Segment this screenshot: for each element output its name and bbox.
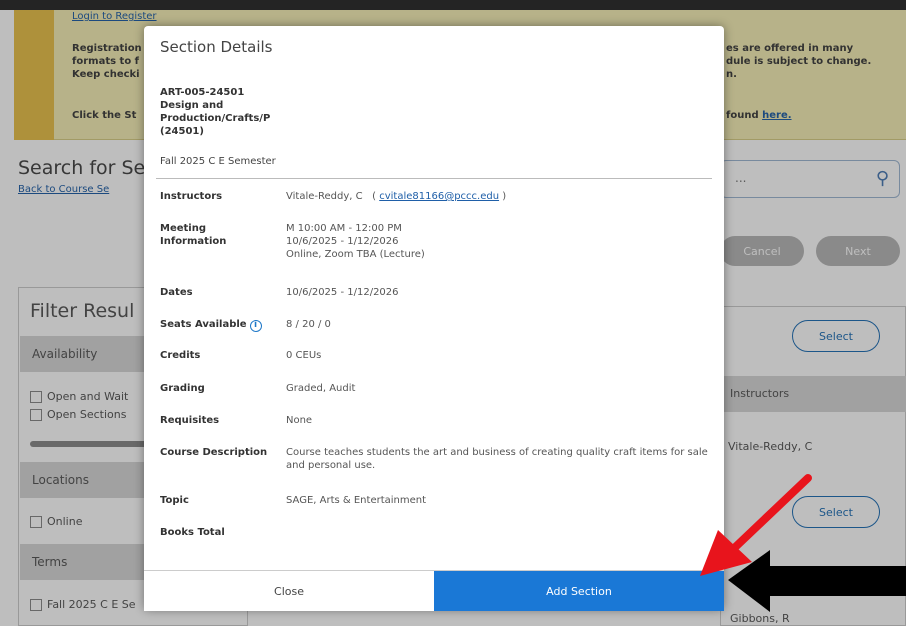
- description-label: Course Description: [160, 447, 268, 458]
- seats-value: 8 / 20 / 0: [286, 319, 331, 330]
- description-value: Course teaches students the art and busi…: [286, 447, 708, 471]
- close-button[interactable]: Close: [144, 571, 434, 611]
- requisites-label: Requisites: [160, 415, 220, 426]
- divider: [156, 178, 712, 179]
- instructors-value: Vitale-Reddy, C ( cvitale81166@pccc.edu …: [286, 191, 507, 202]
- info-icon[interactable]: i: [249, 319, 262, 332]
- course-term: Fall 2025 C E Semester: [160, 156, 276, 167]
- add-section-button[interactable]: Add Section: [434, 571, 724, 611]
- topic-label: Topic: [160, 495, 189, 506]
- dates-label: Dates: [160, 287, 193, 298]
- grading-label: Grading: [160, 383, 205, 394]
- course-name: Design and Production/Crafts/P (24501): [160, 100, 271, 137]
- topic-value: SAGE, Arts & Entertainment: [286, 495, 427, 506]
- credits-value: 0 CEUs: [286, 350, 322, 361]
- requisites-value: None: [286, 415, 313, 426]
- modal-title: Section Details: [160, 38, 273, 56]
- grading-value: Graded, Audit: [286, 383, 356, 394]
- section-details-modal: Section Details ART-005-24501 Design and…: [144, 26, 724, 611]
- instructors-label: Instructors: [160, 191, 223, 202]
- modal-footer: Close Add Section: [144, 570, 724, 611]
- dates-value: 10/6/2025 - 1/12/2026: [286, 287, 399, 298]
- seats-label: Seats Available i: [160, 318, 262, 332]
- credits-label: Credits: [160, 350, 201, 361]
- meeting-label: Meeting Information: [160, 223, 227, 247]
- books-total-label: Books Total: [160, 527, 225, 538]
- instructor-email-link[interactable]: cvitale81166@pccc.edu: [379, 191, 499, 202]
- meeting-value: M 10:00 AM - 12:00 PM 10/6/2025 - 1/12/2…: [286, 223, 425, 260]
- course-heading: ART-005-24501 Design and Production/Craf…: [160, 86, 310, 138]
- course-code: ART-005-24501: [160, 87, 245, 98]
